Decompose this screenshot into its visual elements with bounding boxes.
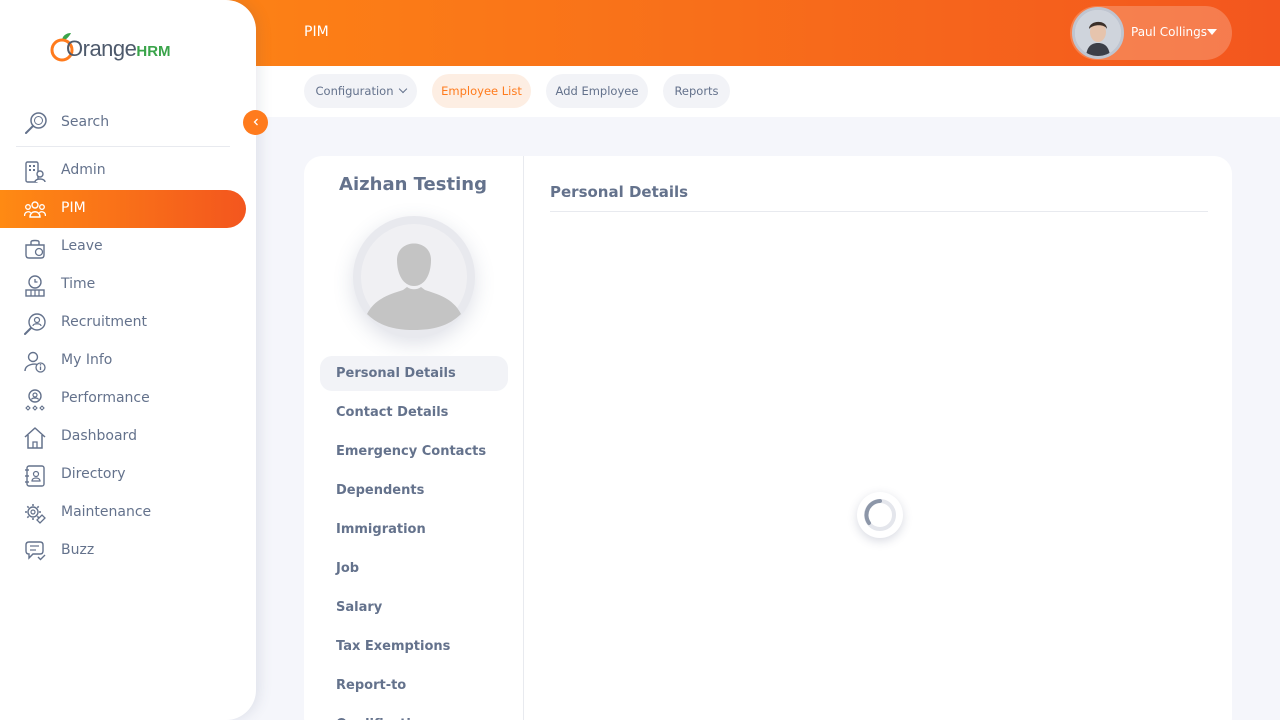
sidebar-item-label: Admin (61, 162, 106, 178)
tab-qualifications[interactable]: Qualifications (320, 707, 508, 720)
admin-icon (25, 161, 46, 183)
sidebar-item-label: Time (61, 276, 96, 292)
tab-add-employee[interactable]: Add Employee (546, 74, 648, 108)
dashboard-icon (24, 427, 46, 449)
leave-icon (25, 239, 45, 259)
tab-employee-list-label: Employee List (441, 84, 522, 98)
sidebar-item-label: Buzz (61, 542, 95, 558)
tab-reports[interactable]: Reports (663, 74, 730, 108)
tab-configuration[interactable]: Configuration (304, 74, 417, 108)
orangehrm-logo[interactable]: OrangeHRM (50, 32, 171, 64)
sidebar-item-performance[interactable]: Performance (0, 380, 246, 418)
divider (550, 211, 1208, 212)
tab-job[interactable]: Job (320, 551, 508, 590)
sidebar-item-my-info[interactable]: My Info (0, 342, 246, 380)
sidebar: OrangeHRM Search Admin PIM Leave Time Re… (0, 0, 256, 720)
sidebar-item-label: My Info (61, 352, 113, 368)
section-title: Personal Details (550, 183, 689, 201)
person-placeholder-icon (361, 224, 467, 330)
tab-configuration-label: Configuration (315, 84, 394, 98)
tab-add-employee-label: Add Employee (555, 84, 639, 98)
sidebar-item-label: PIM (61, 200, 86, 216)
avatar (1072, 7, 1124, 59)
sidebar-item-admin[interactable]: Admin (0, 152, 246, 190)
sidebar-item-directory[interactable]: Directory (0, 456, 246, 494)
tab-contact-details[interactable]: Contact Details (320, 395, 508, 434)
sidebar-item-time[interactable]: Time (0, 266, 246, 304)
sidebar-item-pim[interactable]: PIM (0, 190, 246, 228)
sidebar-item-label: Directory (61, 466, 126, 482)
tab-reports-label: Reports (674, 84, 719, 98)
sidebar-item-leave[interactable]: Leave (0, 228, 246, 266)
sidebar-item-maintenance[interactable]: Maintenance (0, 494, 246, 532)
maintenance-icon (25, 504, 46, 524)
sidebar-item-label: Maintenance (61, 504, 152, 520)
user-name: Paul Collings (1131, 25, 1208, 39)
tab-immigration[interactable]: Immigration (320, 512, 508, 551)
employee-name: Aizhan Testing (339, 174, 487, 195)
employee-photo[interactable] (353, 216, 475, 338)
tab-dependents[interactable]: Dependents (320, 473, 508, 512)
sidebar-item-label: Performance (61, 390, 150, 406)
search-icon (25, 112, 47, 134)
tab-emergency-contacts[interactable]: Emergency Contacts (320, 434, 508, 473)
chevron-left-icon (253, 118, 258, 126)
caret-down-icon (1207, 29, 1217, 35)
employee-profile-panel: Aizhan Testing Personal Details Contact … (304, 156, 524, 720)
tab-employee-list[interactable]: Employee List (432, 74, 531, 108)
performance-icon (25, 389, 45, 411)
personal-details-panel: Personal Details (525, 156, 1232, 720)
tab-report-to[interactable]: Report-to (320, 668, 508, 707)
buzz-icon (25, 541, 46, 561)
sidebar-item-recruitment[interactable]: Recruitment (0, 304, 246, 342)
sidebar-item-label: Dashboard (61, 428, 137, 444)
tab-personal-details[interactable]: Personal Details (320, 356, 508, 391)
sidebar-item-label: Recruitment (61, 314, 148, 330)
logo-wordmark: OrangeHRM (66, 36, 171, 61)
search-label: Search (61, 114, 110, 130)
sidebar-collapse-button[interactable] (243, 110, 268, 135)
employee-tabs: Personal Details Contact Details Emergen… (320, 356, 508, 720)
tab-salary[interactable]: Salary (320, 590, 508, 629)
chevron-down-icon (398, 84, 407, 94)
sidebar-search[interactable]: Search (16, 104, 230, 147)
directory-icon (25, 465, 45, 487)
tab-tax-exemptions[interactable]: Tax Exemptions (320, 629, 508, 668)
time-icon (25, 275, 45, 297)
recruitment-icon (24, 313, 46, 335)
sidebar-item-buzz[interactable]: Buzz (0, 532, 246, 570)
spinner-icon (864, 499, 896, 531)
module-title: PIM (304, 24, 329, 40)
loading-spinner (857, 492, 903, 538)
sidebar-item-dashboard[interactable]: Dashboard (0, 418, 246, 456)
sub-navigation: Configuration Employee List Add Employee… (256, 66, 1280, 117)
my-info-icon (24, 351, 46, 373)
user-menu[interactable]: Paul Collings (1070, 6, 1232, 60)
sidebar-item-label: Leave (61, 238, 103, 254)
pim-icon (24, 201, 46, 218)
employee-details-card: Aizhan Testing Personal Details Contact … (304, 156, 1232, 720)
